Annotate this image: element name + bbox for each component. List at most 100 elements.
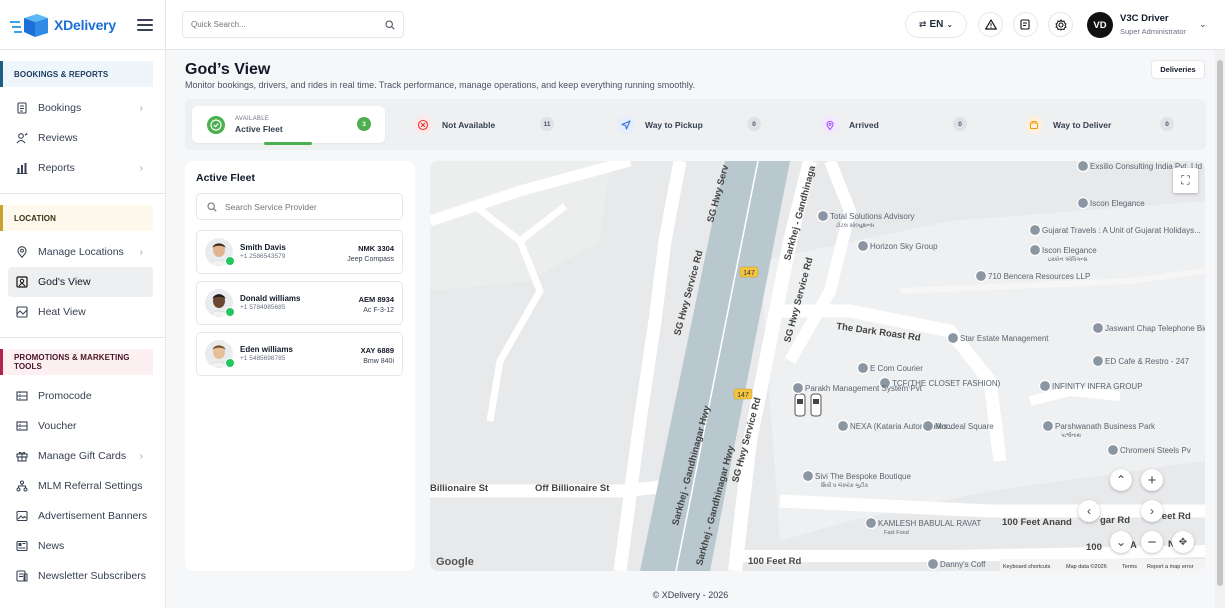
- zoom-out-icon[interactable]: −: [1141, 531, 1163, 553]
- user-menu-chevron-icon[interactable]: ⌄: [1199, 19, 1207, 30]
- place-pin-icon[interactable]: [1076, 196, 1090, 210]
- sidebar-item-manage-locations[interactable]: Manage Locations ›: [8, 237, 153, 267]
- sidebar-item-god-s-view[interactable]: God's View: [8, 267, 153, 297]
- map-reset-icon[interactable]: ✥: [1172, 531, 1194, 553]
- tab-label: Arrived: [849, 119, 879, 130]
- place-pin-icon[interactable]: [801, 469, 815, 483]
- map-attrib-link[interactable]: Terms: [1122, 564, 1137, 570]
- sidebar-item-manage-gift-cards[interactable]: Manage Gift Cards ›: [8, 441, 153, 471]
- map-place-name: Iscon Elegance: [1042, 246, 1097, 255]
- place-pin-icon[interactable]: [856, 361, 870, 375]
- sidebar-item-promocode[interactable]: Promocode: [8, 381, 153, 411]
- place-pin-icon[interactable]: [856, 239, 870, 253]
- place-pin-icon[interactable]: [1038, 379, 1052, 393]
- google-logo: Google: [436, 556, 474, 568]
- tab-active-fleet[interactable]: AVAILABLE Active Fleet 3: [192, 106, 385, 145]
- quick-search-input[interactable]: [191, 20, 385, 29]
- map-place-name: KAMLESH BABULAL RAVAT: [878, 519, 981, 528]
- language-code: EN: [929, 19, 944, 30]
- settings-button[interactable]: [1048, 12, 1073, 37]
- sidebar-item-newsletter-subscribers[interactable]: Newsletter Subscribers: [8, 561, 153, 591]
- deliveries-button[interactable]: Deliveries: [1151, 60, 1205, 79]
- map-place-marker[interactable]: Gujarat Travels : A Unit of Gujarat Holi…: [1028, 223, 1201, 237]
- sidebar-item-voucher[interactable]: Voucher: [8, 411, 153, 441]
- map-place-name: 710 Bencera Resources LLP: [988, 272, 1090, 281]
- map-attrib-link[interactable]: Report a map error: [1147, 564, 1194, 570]
- notes-button[interactable]: [1013, 12, 1038, 37]
- place-pin-icon[interactable]: [926, 557, 940, 571]
- map-place-marker[interactable]: 710 Bencera Resources LLP: [974, 269, 1091, 283]
- driver-phone: +1 5784985685: [240, 304, 286, 311]
- place-pin-icon[interactable]: [1091, 354, 1105, 368]
- place-pin-icon[interactable]: [1028, 243, 1042, 257]
- map-place-marker[interactable]: Horizon Sky Group: [856, 239, 939, 253]
- sidebar-item-news[interactable]: News: [8, 531, 153, 561]
- language-selector[interactable]: ⇄ EN ⌄: [905, 11, 967, 38]
- provider-search[interactable]: [196, 193, 403, 220]
- place-pin-icon[interactable]: [1106, 443, 1120, 457]
- alert-button[interactable]: [978, 12, 1003, 37]
- sidebar-item-reviews[interactable]: Reviews: [8, 123, 153, 153]
- map-place-marker[interactable]: Danny's Coff: [926, 557, 987, 571]
- tab-arrived[interactable]: Arrived 0: [807, 106, 977, 143]
- driver-card[interactable]: Donald williams +1 5784985685 AEM 8934 A…: [196, 281, 403, 325]
- place-pin-icon[interactable]: [1091, 321, 1105, 335]
- tab-not-available[interactable]: Not Available 11: [400, 106, 570, 143]
- place-pin-icon[interactable]: [921, 419, 935, 433]
- user-name[interactable]: V3C Driver: [1120, 13, 1169, 24]
- driver-card[interactable]: Smith Davis +1 2586543579 NMK 3304 Jeep …: [196, 230, 403, 274]
- driver-card[interactable]: Eden williams +1 5485698785 XAY 6889 Bmw…: [196, 332, 403, 376]
- online-status-icon: [225, 307, 235, 317]
- provider-search-input[interactable]: [225, 201, 385, 212]
- map-place-marker[interactable]: E Com Courier: [856, 361, 924, 375]
- map-place-marker[interactable]: Parakh Management System Pvt: [791, 381, 923, 395]
- tab-count-badge: 11: [540, 117, 554, 131]
- map-place-marker[interactable]: INFINITY INFRA GROUP: [1038, 379, 1143, 393]
- vehicle-marker-icon[interactable]: [794, 393, 806, 417]
- page-scrollbar[interactable]: [1215, 50, 1225, 608]
- sidebar-item-mlm-referral-settings[interactable]: MLM Referral Settings: [8, 471, 153, 501]
- pan-down-icon[interactable]: ⌄: [1110, 531, 1132, 553]
- vehicle-plate: XAY 6889: [360, 346, 394, 355]
- tab-way-to-deliver[interactable]: Way to Deliver 0: [1011, 106, 1181, 143]
- pan-left-icon[interactable]: ‹: [1078, 500, 1100, 522]
- live-map[interactable]: 147 147 SG Hwy Service Rd SG Hwy Serv Sa…: [430, 161, 1205, 571]
- map-place-subtitle: ઇસ્કોન એલિગન્સ: [1048, 256, 1088, 263]
- zoom-in-icon[interactable]: +: [1141, 469, 1163, 491]
- menu-toggle-icon[interactable]: [137, 18, 153, 31]
- quick-search[interactable]: [182, 11, 404, 38]
- tab-count-badge: 0: [1160, 117, 1174, 131]
- brand-logo-icon[interactable]: [10, 11, 50, 39]
- highway-shield-label: 147: [743, 270, 755, 277]
- sidebar-item-heat-view[interactable]: Heat View: [8, 297, 153, 327]
- place-pin-icon[interactable]: [1076, 161, 1090, 173]
- place-pin-icon[interactable]: [1041, 419, 1055, 433]
- place-pin-icon[interactable]: [791, 381, 805, 395]
- place-pin-icon[interactable]: [816, 209, 830, 223]
- map-place-marker[interactable]: Chromeni Steels Pv: [1106, 443, 1191, 457]
- tab-way-to-pickup[interactable]: Way to Pickup 0: [603, 106, 773, 143]
- user-avatar[interactable]: VD: [1087, 12, 1113, 38]
- place-pin-icon[interactable]: [946, 331, 960, 345]
- sidebar-item-reports[interactable]: Reports ›: [8, 153, 153, 183]
- sidebar-item-advertisement-banners[interactable]: Advertisement Banners: [8, 501, 153, 531]
- pan-up-icon[interactable]: ⌃: [1110, 469, 1132, 491]
- fullscreen-icon[interactable]: ⛶: [1173, 168, 1198, 193]
- sidebar-item-bookings[interactable]: Bookings ›: [8, 93, 153, 123]
- place-pin-icon[interactable]: [974, 269, 988, 283]
- vehicle-marker-icon[interactable]: [810, 393, 822, 417]
- map-place-marker[interactable]: ED Cafe & Restro - 247: [1091, 354, 1190, 368]
- map-place-marker[interactable]: Star Estate Management: [946, 331, 1050, 345]
- sidebar-section-title: BOOKINGS & REPORTS: [0, 61, 153, 87]
- map-attrib-text: Map data ©2026: [1066, 563, 1107, 570]
- map-place-marker[interactable]: Jaswant Chap Telephone Bidi: [1091, 321, 1206, 335]
- pan-right-icon[interactable]: ›: [1141, 500, 1163, 522]
- map-attrib-link[interactable]: Keyboard shortcuts: [1003, 564, 1051, 570]
- map-place-marker[interactable]: Iscon Elegance: [1076, 196, 1146, 210]
- place-pin-icon[interactable]: [864, 516, 878, 530]
- place-pin-icon[interactable]: [836, 419, 850, 433]
- place-pin-icon[interactable]: [1028, 223, 1042, 237]
- search-icon[interactable]: [385, 19, 395, 30]
- scrollbar-thumb[interactable]: [1217, 60, 1223, 586]
- map-place-name: Total Solutions Advisory: [830, 212, 915, 221]
